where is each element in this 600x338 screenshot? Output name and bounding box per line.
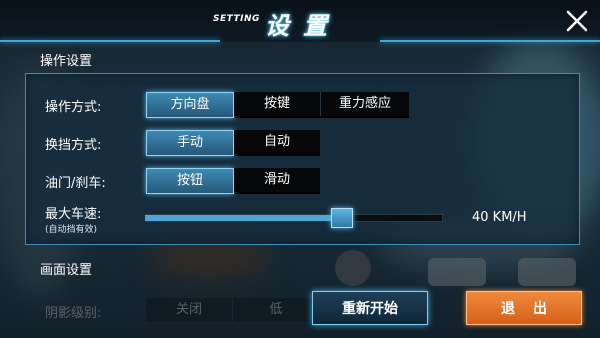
throttle-brake-selector: 按钮 滑动 [145, 167, 321, 195]
background-dial [335, 250, 371, 286]
background-button [518, 258, 576, 286]
close-icon [566, 10, 588, 32]
max-speed-note: (自动挡有效) [45, 225, 98, 235]
background-button [428, 258, 486, 286]
gear-mode-option-manual[interactable]: 手动 [146, 130, 234, 156]
max-speed-value: 40 KM/H [472, 210, 527, 225]
control-mode-label: 操作方式: [45, 100, 102, 115]
top-divider-right [380, 40, 600, 42]
display-section-title: 画面设置 [40, 263, 93, 278]
shadow-level-option-off[interactable]: 关闭 [146, 298, 233, 322]
throttle-brake-option-slide[interactable]: 滑动 [234, 168, 320, 192]
throttle-brake-option-button[interactable]: 按钮 [146, 168, 234, 194]
controls-section-title: 操作设置 [40, 54, 93, 69]
max-speed-slider[interactable] [145, 208, 443, 228]
control-mode-selector: 方向盘 按键 重力感应 [145, 91, 410, 119]
exit-button[interactable]: 退出 [466, 291, 582, 325]
close-button[interactable] [560, 4, 594, 38]
slider-thumb[interactable] [330, 208, 353, 228]
shadow-level-selector: 关闭 低 [145, 297, 320, 323]
control-mode-option-wheel[interactable]: 方向盘 [146, 92, 234, 118]
throttle-brake-label: 油门/刹车: [45, 176, 106, 191]
gear-mode-option-auto[interactable]: 自动 [234, 130, 320, 154]
control-mode-option-gravity[interactable]: 重力感应 [321, 92, 409, 116]
page-title: 设置 [265, 12, 341, 40]
gear-mode-label: 换挡方式: [45, 138, 102, 153]
shadow-level-label: 阴影级别: [45, 306, 102, 321]
shadow-level-option-low[interactable]: 低 [233, 298, 319, 322]
control-mode-option-keys[interactable]: 按键 [234, 92, 321, 116]
top-divider-left [0, 40, 220, 42]
slider-fill [145, 215, 342, 221]
max-speed-label: 最大车速: [45, 207, 102, 222]
restart-button[interactable]: 重新开始 [312, 291, 428, 325]
title-english: SETTING [213, 14, 260, 24]
gear-mode-selector: 手动 自动 [145, 129, 321, 157]
